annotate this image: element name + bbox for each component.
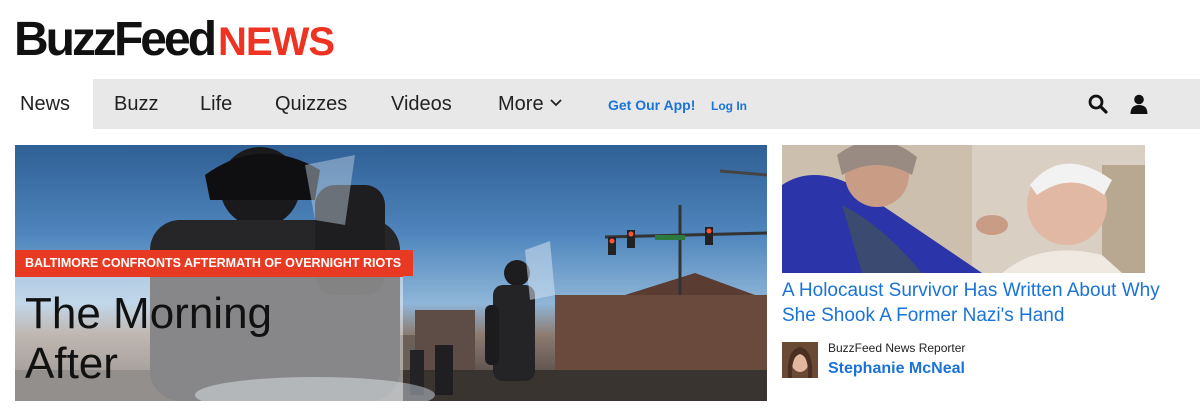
- nav-more-label: More: [498, 93, 544, 115]
- main-nav: News Buzz Life Quizzes Videos More Get O…: [0, 79, 1200, 129]
- buzzfeed-news-logo[interactable]: BuzzFeed NEWS: [14, 12, 335, 66]
- logo-news: NEWS: [218, 20, 335, 64]
- nav-quizzes[interactable]: Quizzes: [275, 79, 347, 129]
- hero-title[interactable]: The Morning After: [25, 289, 395, 389]
- chevron-down-icon: [549, 99, 562, 106]
- nav-videos[interactable]: Videos: [391, 79, 452, 129]
- author-role: BuzzFeed News Reporter: [828, 341, 966, 355]
- author-name[interactable]: Stephanie McNeal: [828, 360, 965, 378]
- search-icon[interactable]: [1088, 94, 1108, 114]
- hero-tag-rule: [15, 274, 403, 277]
- author-avatar[interactable]: [782, 342, 818, 378]
- author-photo: [782, 342, 818, 378]
- side-story-image[interactable]: [782, 145, 1145, 273]
- hero-title-line1: The Morning: [25, 289, 273, 338]
- nav-more[interactable]: More: [498, 79, 562, 129]
- logo-buzzfeed: BuzzFeed: [14, 13, 217, 66]
- nav-buzz[interactable]: Buzz: [114, 79, 158, 129]
- hero-title-line2: After: [25, 339, 118, 388]
- user-icon[interactable]: [1129, 94, 1149, 114]
- hero-story[interactable]: BALTIMORE CONFRONTS AFTERMATH OF OVERNIG…: [15, 145, 767, 401]
- side-story-photo: [782, 145, 1145, 273]
- side-story-title[interactable]: A Holocaust Survivor Has Written About W…: [782, 278, 1162, 328]
- nav-life[interactable]: Life: [200, 79, 232, 129]
- hero-tag[interactable]: BALTIMORE CONFRONTS AFTERMATH OF OVERNIG…: [15, 250, 414, 276]
- login-link[interactable]: Log In: [711, 79, 747, 129]
- get-app-link[interactable]: Get Our App!: [608, 79, 695, 129]
- nav-news[interactable]: News: [20, 79, 70, 129]
